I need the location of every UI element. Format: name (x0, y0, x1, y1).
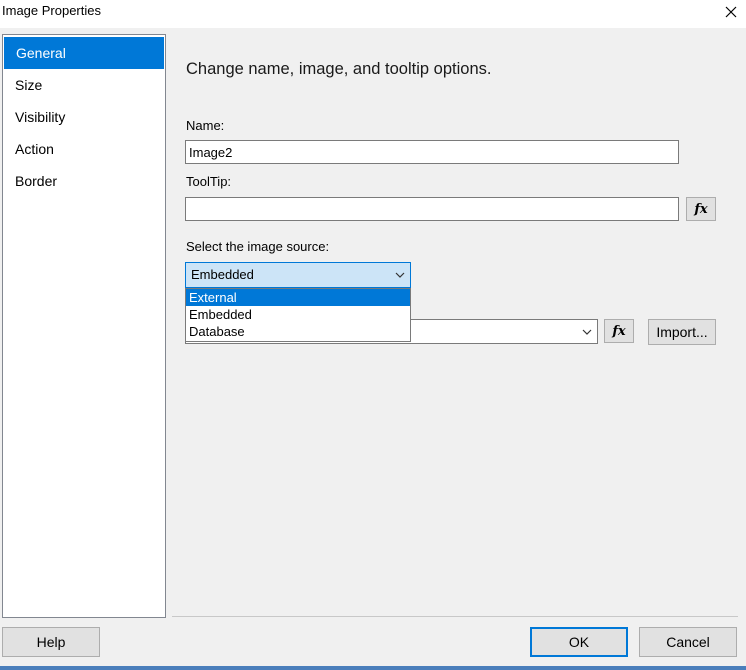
window-bottom-edge (0, 666, 746, 670)
page-heading: Change name, image, and tooltip options. (186, 60, 492, 78)
dropdown-option-embedded[interactable]: Embedded (186, 306, 410, 323)
nav-item-size[interactable]: Size (3, 69, 165, 101)
image-source-dropdown-list: External Embedded Database (185, 288, 411, 342)
ok-button[interactable]: OK (530, 627, 628, 657)
image-source-select[interactable]: Embedded (185, 262, 411, 288)
tooltip-expression-button[interactable]: fx (686, 197, 716, 221)
nav-item-border[interactable]: Border (3, 165, 165, 197)
nav-item-general[interactable]: General (4, 37, 164, 69)
fx-icon: fx (694, 201, 708, 217)
dropdown-option-external[interactable]: External (186, 289, 410, 306)
footer-divider (172, 616, 738, 617)
name-input[interactable] (185, 140, 679, 164)
nav-item-action[interactable]: Action (3, 133, 165, 165)
cancel-button[interactable]: Cancel (639, 627, 737, 657)
chevron-down-icon (395, 272, 405, 278)
window-title: Image Properties (2, 3, 101, 18)
image-expression-button[interactable]: fx (604, 319, 634, 343)
fx-icon: fx (612, 323, 626, 339)
tooltip-label: ToolTip: (186, 174, 232, 189)
help-button[interactable]: Help (2, 627, 100, 657)
name-label: Name: (186, 118, 225, 133)
image-source-label: Select the image source: (186, 239, 330, 254)
chevron-down-icon (582, 329, 592, 335)
title-bar: Image Properties (0, 0, 746, 28)
nav-item-visibility[interactable]: Visibility (3, 101, 165, 133)
import-button[interactable]: Import... (648, 319, 716, 345)
image-source-value: Embedded (191, 267, 254, 282)
dropdown-option-database[interactable]: Database (186, 323, 410, 340)
close-icon (725, 6, 737, 18)
category-nav: General Size Visibility Action Border (2, 34, 166, 618)
tooltip-input[interactable] (185, 197, 679, 221)
image-properties-dialog: Image Properties General Size Visibility… (0, 0, 746, 670)
close-button[interactable] (716, 0, 746, 24)
